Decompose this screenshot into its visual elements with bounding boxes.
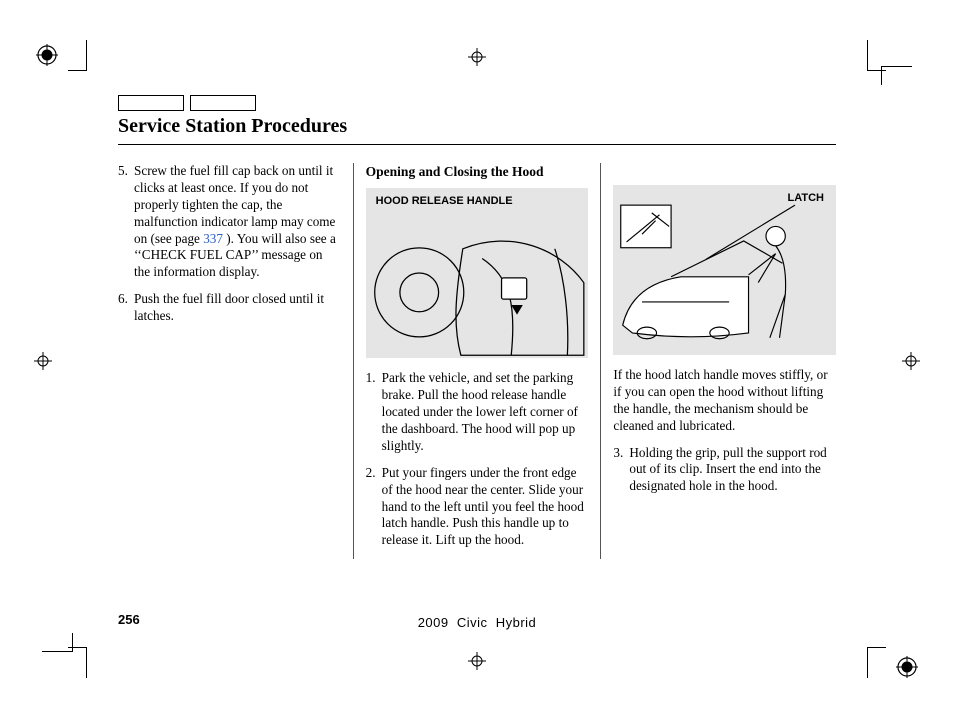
crop-mark-icon xyxy=(867,647,886,678)
item-number: 5. xyxy=(118,163,134,281)
page-title: Service Station Procedures xyxy=(118,115,836,138)
list-item: 1. Park the vehicle, and set the parking… xyxy=(366,370,589,454)
item-text: Push the fuel fill door closed until it … xyxy=(134,291,341,325)
hood-latch-illustration-icon xyxy=(613,185,836,355)
header-box xyxy=(118,95,184,111)
column-1: 5. Screw the fuel fill cap back on until… xyxy=(118,163,341,559)
item-number: 3. xyxy=(613,445,629,496)
title-rule xyxy=(118,144,836,145)
list-item: 2. Put your fingers under the front edge… xyxy=(366,465,589,549)
item-number: 1. xyxy=(366,370,382,454)
header-boxes xyxy=(118,95,836,111)
list-item: 3. Holding the grip, pull the support ro… xyxy=(613,445,836,496)
item-text: Park the vehicle, and set the parking br… xyxy=(382,370,589,454)
list-item: 5. Screw the fuel fill cap back on until… xyxy=(118,163,341,281)
footer-model-line: 2009 Civic Hybrid xyxy=(0,615,954,630)
crop-mark-icon xyxy=(68,647,87,678)
item-number: 2. xyxy=(366,465,382,549)
item-text: Holding the grip, pull the support rod o… xyxy=(629,445,836,496)
registration-cross-icon xyxy=(34,352,52,370)
registration-mark-icon xyxy=(896,656,918,678)
registration-cross-icon xyxy=(902,352,920,370)
figure-hood-latch: LATCH xyxy=(613,185,836,355)
registration-cross-icon xyxy=(468,48,486,66)
paragraph: If the hood latch handle moves stiffly, … xyxy=(613,367,836,435)
crop-mark-icon xyxy=(68,40,87,71)
page-link[interactable]: 337 xyxy=(203,231,223,246)
item-text: Put your fingers under the front edge of… xyxy=(382,465,589,549)
column-3: LATCH xyxy=(600,163,836,559)
registration-mark-icon xyxy=(36,44,58,66)
section-subhead: Opening and Closing the Hood xyxy=(366,163,589,180)
column-2: Opening and Closing the Hood HOOD RELEAS… xyxy=(353,163,589,559)
list-item: 6. Push the fuel fill door closed until … xyxy=(118,291,341,325)
crop-mark-icon xyxy=(881,66,912,85)
page-body: Service Station Procedures 5. Screw the … xyxy=(118,95,836,625)
registration-cross-icon xyxy=(468,652,486,670)
header-box xyxy=(190,95,256,111)
hood-release-illustration-icon xyxy=(366,188,589,358)
spacer xyxy=(613,163,836,185)
item-text: Screw the fuel fill cap back on until it… xyxy=(134,163,341,281)
item-number: 6. xyxy=(118,291,134,325)
figure-hood-release: HOOD RELEASE HANDLE xyxy=(366,188,589,358)
